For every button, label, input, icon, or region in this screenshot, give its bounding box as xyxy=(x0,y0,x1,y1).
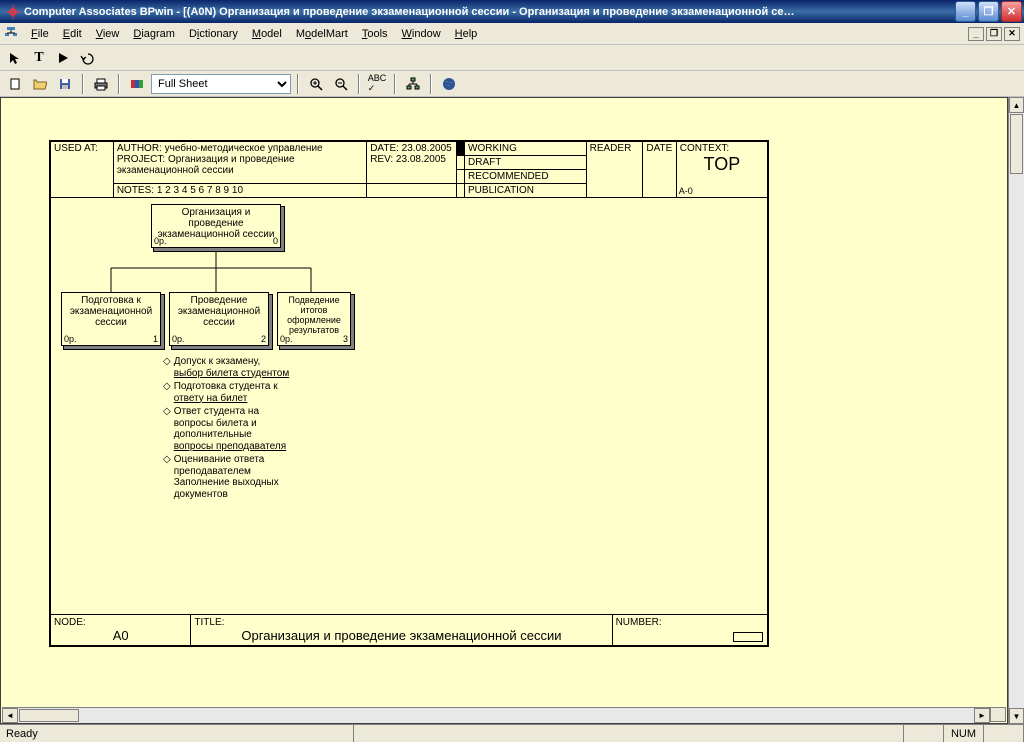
vscrollbar[interactable]: ▲ ▼ xyxy=(1008,97,1024,724)
scroll-right-button[interactable]: ► xyxy=(974,708,990,723)
zoom-in-button[interactable] xyxy=(305,73,327,95)
pub-marker xyxy=(456,184,464,198)
menu-diagram[interactable]: Diagram xyxy=(126,26,182,42)
mdi-close-button[interactable]: ✕ xyxy=(1004,27,1020,41)
node-1[interactable]: Подготовка к экзаменационной сессии 0р.1 xyxy=(61,292,161,346)
menu-tools[interactable]: Tools xyxy=(355,26,395,42)
diagram-header: USED AT: AUTHOR: учебно-методическое упр… xyxy=(50,141,768,198)
menu-app-icon xyxy=(4,26,20,42)
new-button[interactable] xyxy=(4,73,26,95)
separator xyxy=(82,74,84,94)
app-icon xyxy=(5,4,21,20)
number-cell: NUMBER: xyxy=(612,615,767,646)
title-cell: TITLE: Организация и проведение экзамена… xyxy=(191,615,612,646)
tree-view-button[interactable] xyxy=(402,73,424,95)
menu-help[interactable]: Help xyxy=(448,26,485,42)
node-3[interactable]: Подведение итогов оформление результатов… xyxy=(277,292,351,346)
zoom-select[interactable]: Full Sheet xyxy=(151,74,291,94)
title-text: Computer Associates BPwin - [(A0N) Орган… xyxy=(24,6,955,18)
tree-area: Организация и проведение экзаменационной… xyxy=(50,198,768,614)
spellcheck-button[interactable]: ABC✓ xyxy=(366,73,388,95)
toolbar-2: Full Sheet ABC✓ xyxy=(0,71,1024,97)
rec-marker xyxy=(456,170,464,184)
separator xyxy=(118,74,120,94)
working-marker xyxy=(456,142,464,156)
scroll-left-button[interactable]: ◄ xyxy=(2,708,18,723)
bullet-list: ◇Допуск к экзамену,выбор билета студенто… xyxy=(163,356,313,502)
zoom-out-button[interactable] xyxy=(330,73,352,95)
author-cell: AUTHOR: учебно-методическое управление P… xyxy=(113,142,366,184)
globe-button[interactable] xyxy=(438,73,460,95)
menu-file[interactable]: File xyxy=(24,26,56,42)
working-cell: WORKING xyxy=(465,142,587,156)
status-ready: Ready xyxy=(0,725,354,742)
context-cell: CONTEXT: TOP A-0 xyxy=(676,142,767,198)
status-cap xyxy=(904,725,944,742)
mdi-minimize-button[interactable]: _ xyxy=(968,27,984,41)
scroll-up-button[interactable]: ▲ xyxy=(1009,97,1024,113)
text-tool[interactable]: T xyxy=(28,47,50,69)
undo-tool[interactable] xyxy=(76,47,98,69)
hscroll-thumb[interactable] xyxy=(19,709,79,722)
pointer-tool[interactable] xyxy=(4,47,26,69)
date-cell: DATE: 23.08.2005 REV: 23.08.2005 xyxy=(367,142,457,184)
rec-cell: RECOMMENDED xyxy=(465,170,587,184)
menu-edit[interactable]: Edit xyxy=(56,26,89,42)
notes-cell: NOTES: 1 2 3 4 5 6 7 8 9 10 xyxy=(113,184,366,198)
print-button[interactable] xyxy=(90,73,112,95)
separator xyxy=(430,74,432,94)
separator xyxy=(358,74,360,94)
diagram-frame: USED AT: AUTHOR: учебно-методическое упр… xyxy=(49,140,769,647)
diagram-footer: NODE: A0 TITLE: Организация и проведение… xyxy=(50,614,768,646)
draft-marker xyxy=(456,156,464,170)
menu-view[interactable]: View xyxy=(89,26,127,42)
pub-cell: PUBLICATION xyxy=(465,184,587,198)
separator xyxy=(297,74,299,94)
open-button[interactable] xyxy=(29,73,51,95)
titlebar: Computer Associates BPwin - [(A0N) Орган… xyxy=(0,0,1024,23)
vscroll-thumb[interactable] xyxy=(1010,114,1023,174)
save-button[interactable] xyxy=(54,73,76,95)
statusbar: Ready NUM xyxy=(0,724,1024,742)
usedat-cell: USED AT: xyxy=(51,142,114,198)
mdi-restore-button[interactable]: ❐ xyxy=(986,27,1002,41)
node-cell: NODE: A0 xyxy=(51,615,191,646)
maximize-button[interactable]: ❐ xyxy=(978,1,999,22)
empty-cell xyxy=(367,184,457,198)
reader-cell: READER xyxy=(586,142,643,198)
menu-dictionary[interactable]: Dictionary xyxy=(182,26,245,42)
draft-cell: DRAFT xyxy=(465,156,587,170)
toolbar-1: T xyxy=(0,45,1024,71)
hscrollbar[interactable]: ◄ ► xyxy=(2,707,990,722)
play-tool[interactable] xyxy=(52,47,74,69)
scroll-down-button[interactable]: ▼ xyxy=(1009,708,1024,724)
status-num: NUM xyxy=(944,725,984,742)
palette-button[interactable] xyxy=(126,73,148,95)
scroll-corner xyxy=(990,707,1006,722)
canvas[interactable]: USED AT: AUTHOR: учебно-методическое упр… xyxy=(0,97,1008,724)
menu-window[interactable]: Window xyxy=(395,26,448,42)
status-mid xyxy=(354,725,904,742)
node-2[interactable]: Проведение экзаменационной сессии 0р.2 xyxy=(169,292,269,346)
separator xyxy=(394,74,396,94)
node-root[interactable]: Организация и проведение экзаменационной… xyxy=(151,204,281,248)
close-button[interactable]: ✕ xyxy=(1001,1,1022,22)
menu-model[interactable]: Model xyxy=(245,26,289,42)
menu-modelmart[interactable]: ModelMart xyxy=(289,26,355,42)
menubar: File Edit View Diagram Dictionary Model … xyxy=(0,23,1024,45)
minimize-button[interactable]: _ xyxy=(955,1,976,22)
status-scrl xyxy=(984,725,1024,742)
workspace: USED AT: AUTHOR: учебно-методическое упр… xyxy=(0,97,1024,724)
dateh-cell: DATE xyxy=(643,142,676,198)
